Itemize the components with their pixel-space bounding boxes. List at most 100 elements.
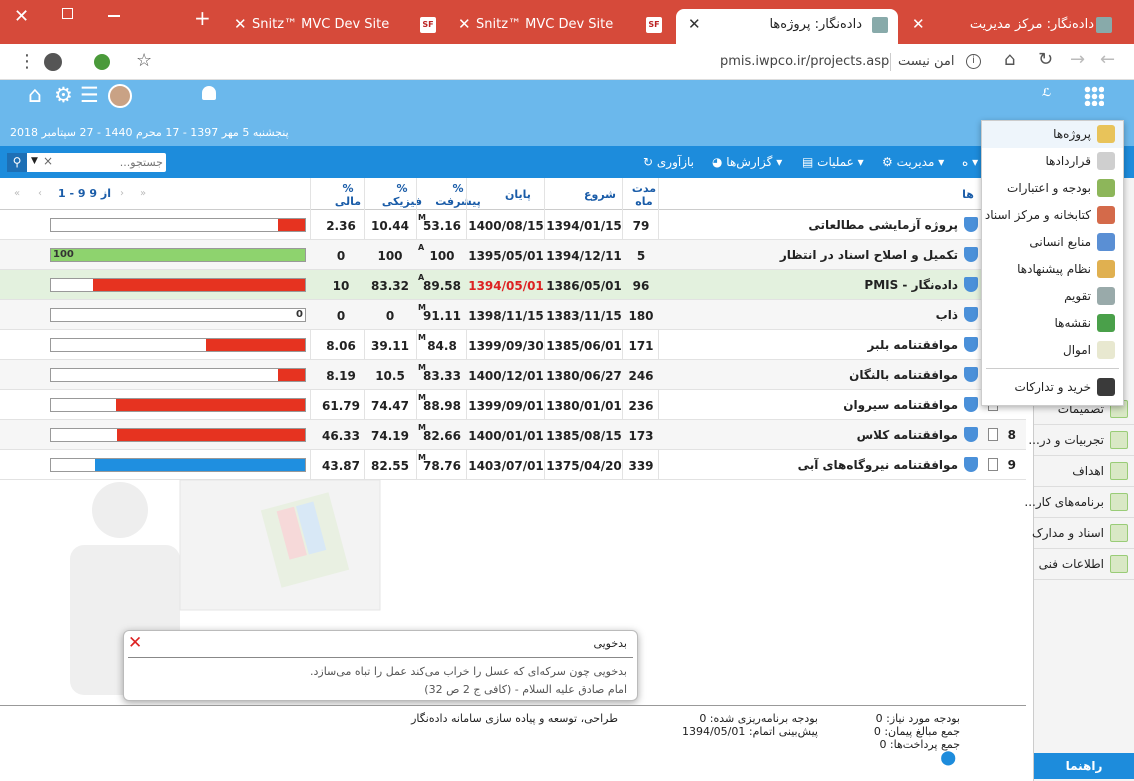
avatar[interactable] bbox=[108, 84, 132, 108]
col-duration[interactable]: مدت ماه bbox=[626, 182, 662, 208]
table-row[interactable]: 83.32 10 83.32 89.58 A 1394/05/01 1386/0… bbox=[0, 270, 1026, 300]
search-options-chevron-icon[interactable]: ▼ bbox=[31, 156, 38, 166]
address-bar: ⋮ ☆ pmis.iwpco.ir/projects.asp امن نیست … bbox=[0, 44, 1134, 80]
physical-cell: 74.47 bbox=[371, 399, 409, 413]
col-progress[interactable]: % پیشرفت bbox=[434, 182, 482, 208]
search-clear-button[interactable]: × bbox=[43, 154, 53, 168]
duration-cell: 246 bbox=[628, 369, 654, 383]
menu-item[interactable]: تقویم bbox=[982, 283, 1123, 310]
project-name[interactable]: پروژه آزمایشی مطالعاتی bbox=[808, 218, 958, 232]
operations-button[interactable]: ▾ عملیات ▤ bbox=[802, 155, 864, 169]
menu-divider bbox=[986, 368, 1119, 369]
reload-button[interactable]: بازآوری ↻ bbox=[643, 155, 694, 169]
project-name[interactable]: موافقتنامه نیروگاه‌های آبی bbox=[798, 458, 958, 472]
sidebar-item-documents[interactable]: اسناد و مدارک bbox=[1032, 518, 1134, 549]
start-date-cell: 1385/08/15 bbox=[546, 429, 622, 443]
credit-text: طراحی، توسعه و پیاده سازی سامانه داده‌نگ… bbox=[411, 712, 618, 725]
map-pin-icon[interactable]: ⬤ bbox=[940, 750, 956, 766]
menu-item[interactable]: کتابخانه و مرکز اسناد bbox=[982, 202, 1123, 229]
document-icon[interactable] bbox=[988, 428, 998, 441]
new-tab-button[interactable]: + bbox=[194, 6, 211, 30]
progress-mode-badge: M bbox=[418, 363, 426, 372]
back-icon[interactable]: ← bbox=[1100, 49, 1115, 70]
search-input[interactable] bbox=[55, 154, 163, 170]
col-physical[interactable]: % فیزیکی bbox=[378, 182, 426, 208]
sidebar-item-tech-info[interactable]: اطلاعات فنی bbox=[1034, 549, 1134, 580]
sidebar-item-work-plans[interactable]: برنامه‌های کار... bbox=[1024, 487, 1134, 518]
table-row[interactable]: 10.44 2.36 10.44 53.16 M 1400/08/15 1394… bbox=[0, 210, 1026, 240]
project-name[interactable]: داده‌نگار - PMIS bbox=[864, 278, 958, 292]
progress-mode-badge: M bbox=[418, 213, 426, 222]
close-window-icon[interactable]: ✕ bbox=[14, 6, 29, 27]
toolbar-more-button[interactable]: ▾ ه bbox=[962, 155, 978, 169]
sidebar-item-goals[interactable]: اهداف bbox=[1034, 456, 1134, 487]
home-icon[interactable]: ⌂ bbox=[1004, 49, 1015, 70]
reports-button[interactable]: ▾ گزارش‌ها ◕ bbox=[712, 155, 782, 169]
info-icon[interactable]: i bbox=[966, 54, 981, 69]
progress-bar: 10.44 bbox=[50, 218, 306, 232]
project-name[interactable]: موافقتنامه کلاس bbox=[857, 428, 958, 442]
extension-icon[interactable] bbox=[94, 54, 110, 70]
menu-item[interactable]: خرید و تدارکات bbox=[982, 374, 1123, 401]
menu-dots-icon[interactable]: ⋮ bbox=[18, 51, 36, 72]
menu-item-label: نظام پیشنهادها bbox=[1017, 262, 1091, 276]
duration-cell: 79 bbox=[632, 219, 650, 233]
project-name[interactable]: موافقتنامه بالنگان bbox=[849, 368, 958, 382]
tab-snitz-1[interactable]: ✕ Snitz™ MVC Dev Site SF bbox=[224, 9, 444, 44]
minimize-icon[interactable] bbox=[108, 15, 120, 17]
menu-item[interactable]: منابع انسانی bbox=[982, 229, 1123, 256]
help-button[interactable]: راهنما bbox=[1034, 753, 1134, 779]
apps-grid-icon[interactable] bbox=[1084, 86, 1104, 106]
table-row[interactable]: 82.55 43.87 82.55 78.76 M 1403/07/01 137… bbox=[0, 450, 1026, 480]
sidebar-item-experiences[interactable]: تجربیات و در... bbox=[1028, 425, 1134, 456]
pencil-icon bbox=[1110, 462, 1128, 480]
pager-last-icon[interactable]: » bbox=[140, 188, 146, 199]
menu-item-label: خرید و تدارکات bbox=[1014, 380, 1091, 394]
project-name[interactable]: تکمیل و اصلاح اسناد در انتظار bbox=[780, 248, 958, 262]
table-row[interactable]: 0 0 0 91.11 M 1398/11/15 1383/11/15 180 … bbox=[0, 300, 1026, 330]
menu-item[interactable]: اموال bbox=[982, 337, 1123, 364]
bookmark-star-icon[interactable]: ☆ bbox=[136, 50, 152, 71]
home-icon[interactable]: ⌂ bbox=[28, 83, 42, 108]
maximize-icon[interactable] bbox=[62, 8, 73, 19]
reload-icon[interactable]: ↻ bbox=[1038, 49, 1053, 70]
tab-close-icon[interactable]: ✕ bbox=[688, 15, 701, 33]
pager-next-icon[interactable]: › bbox=[120, 188, 124, 199]
project-name[interactable]: موافقتنامه سیروان bbox=[843, 398, 958, 412]
table-row[interactable]: 39.11 8.06 39.11 84.8 M 1399/09/30 1385/… bbox=[0, 330, 1026, 360]
document-icon[interactable] bbox=[988, 458, 998, 471]
col-financial[interactable]: % مالی bbox=[318, 182, 378, 208]
url-text[interactable]: pmis.iwpco.ir/projects.asp bbox=[720, 54, 889, 69]
tab-close-icon[interactable]: ✕ bbox=[458, 15, 471, 33]
table-row[interactable]: 100 0 100 100 A 1395/05/01 1394/12/11 5 … bbox=[0, 240, 1026, 270]
search-icon[interactable]: ⚲ bbox=[7, 153, 27, 172]
row-index: 9 bbox=[1007, 458, 1016, 472]
project-name[interactable]: موافقتنامه بلبر bbox=[867, 338, 958, 352]
menu-item[interactable]: نقشه‌ها bbox=[982, 310, 1123, 337]
tab-management[interactable]: ✕ داده‌نگار: مرکز مدیریت bbox=[900, 9, 1130, 44]
project-name[interactable]: ذاب bbox=[936, 308, 958, 322]
col-end[interactable]: پایان bbox=[478, 188, 558, 201]
table-row[interactable]: 74.47 61.79 74.47 88.98 M 1399/09/01 138… bbox=[0, 390, 1026, 420]
menu-item[interactable]: قراردادها bbox=[982, 148, 1123, 175]
tab-snitz-2[interactable]: ✕ Snitz™ MVC Dev Site SF bbox=[448, 9, 670, 44]
forward-icon[interactable]: → bbox=[1070, 49, 1085, 70]
tab-close-icon[interactable]: ✕ bbox=[234, 15, 247, 33]
popup-close-icon[interactable]: ✕ bbox=[128, 633, 142, 653]
security-label[interactable]: امن نیست bbox=[898, 54, 955, 69]
menu-item[interactable]: بودجه و اعتبارات bbox=[982, 175, 1123, 202]
tab-close-icon[interactable]: ✕ bbox=[912, 15, 925, 33]
table-row[interactable]: 74.19 46.33 74.19 82.66 M 1400/01/01 138… bbox=[0, 420, 1026, 450]
management-button[interactable]: ▾ مدیریت ⚙ bbox=[882, 155, 944, 169]
pager-prev-icon[interactable]: ‹ bbox=[38, 188, 42, 199]
pager-first-icon[interactable]: « bbox=[14, 188, 20, 199]
tab-projects[interactable]: ✕ داده‌نگار: پروژه‌ها bbox=[676, 9, 898, 44]
menu-item[interactable]: نظام پیشنهادها bbox=[982, 256, 1123, 283]
profile-icon[interactable] bbox=[44, 53, 62, 71]
menu-item-label: قراردادها bbox=[1045, 154, 1092, 168]
settings-gear-icon[interactable]: ⚙ bbox=[54, 83, 73, 107]
notification-bell-icon[interactable] bbox=[202, 86, 216, 100]
menu-item[interactable]: پروژه‌ها bbox=[982, 121, 1123, 148]
list-menu-icon[interactable]: ☰ bbox=[80, 83, 99, 107]
table-row[interactable]: 10.5 8.19 10.5 83.33 M 1400/12/01 1380/0… bbox=[0, 360, 1026, 390]
